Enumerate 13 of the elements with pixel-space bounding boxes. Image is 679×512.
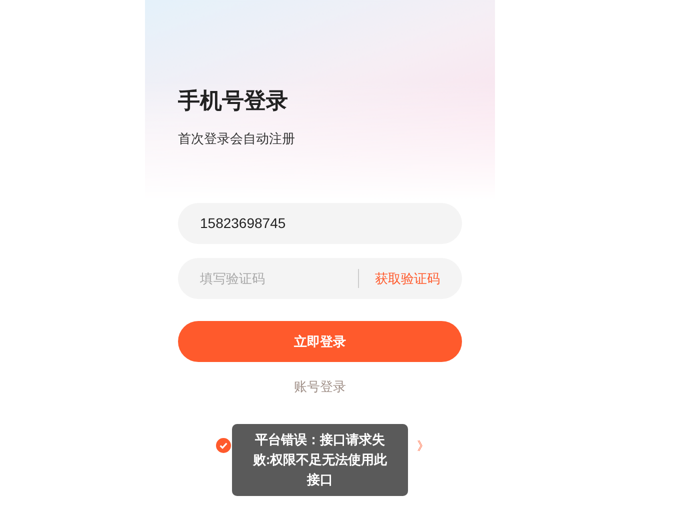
page-title: 手机号登录 [178, 87, 289, 115]
phone-field[interactable]: 15823698745 [178, 203, 462, 244]
code-field[interactable]: 填写验证码 获取验证码 [178, 258, 462, 299]
code-input[interactable]: 填写验证码 [200, 268, 358, 288]
account-login-link[interactable]: 账号登录 [294, 377, 346, 396]
login-button[interactable]: 立即登录 [178, 321, 462, 362]
get-code-button[interactable]: 获取验证码 [375, 268, 440, 288]
check-icon [219, 441, 228, 450]
error-toast: 平台错误：接口请求失败:权限不足无法使用此接口 [232, 424, 408, 496]
privacy-policy-link[interactable]: 》 [417, 436, 429, 454]
agreement-checkbox[interactable] [216, 438, 231, 453]
phone-input[interactable]: 15823698745 [200, 213, 440, 234]
subtitle: 首次登录会自动注册 [178, 130, 296, 148]
